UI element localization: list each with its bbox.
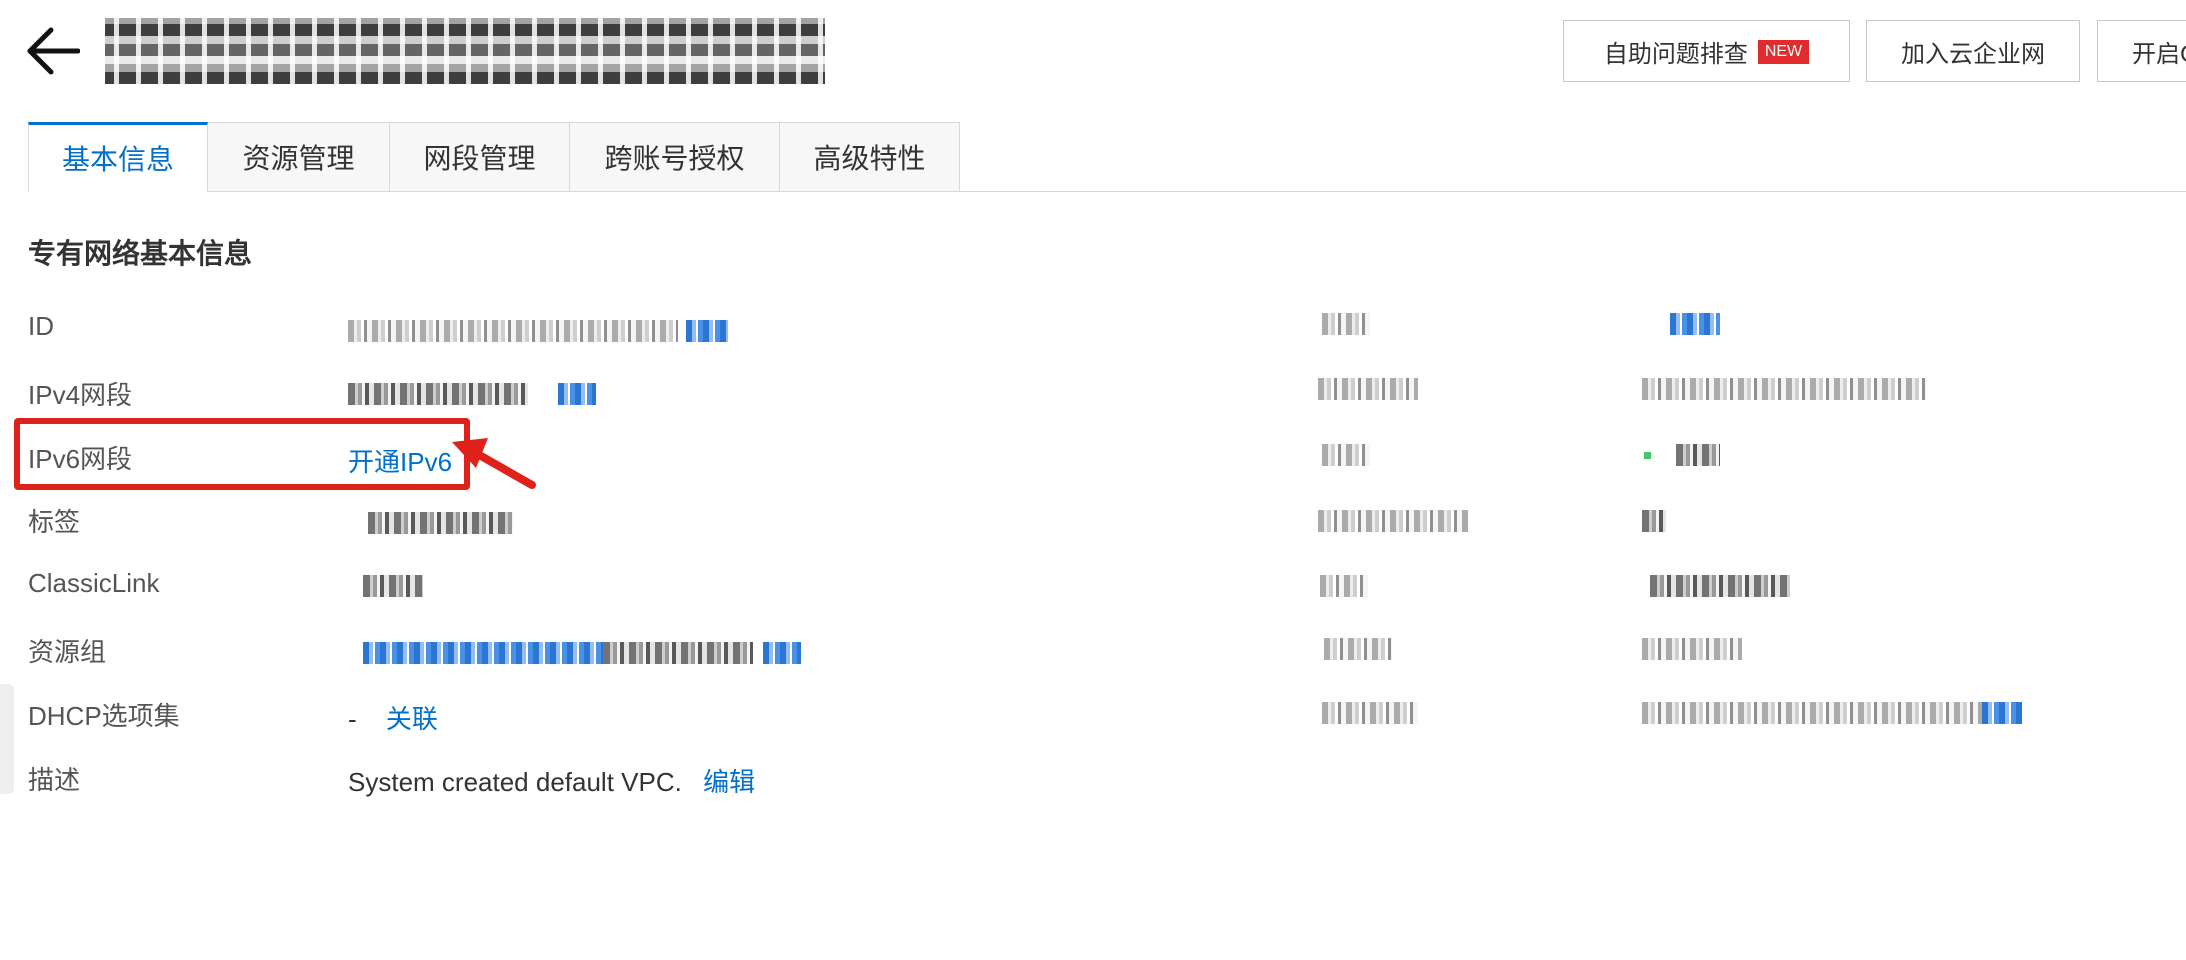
vpc-title-redacted (105, 18, 825, 84)
tab-label: 跨账号授权 (604, 143, 745, 174)
right-label-redacted (1318, 378, 1418, 400)
self-help-label: 自助问题排查 (1603, 40, 1748, 68)
right-label-redacted (1318, 510, 1468, 532)
join-cen-button[interactable]: 加入云企业网 (1866, 20, 2080, 82)
status-dot-icon (1644, 452, 1651, 459)
description-text: System created default VPC. (348, 767, 682, 797)
right-label-redacted (1322, 702, 1418, 724)
right-value-redacted (1676, 444, 1720, 466)
open-feature-label: 开启C (2132, 40, 2186, 68)
annotation-highlight-box (14, 418, 470, 490)
resource-group-copy-icon[interactable] (763, 642, 801, 664)
row-label-resource-group: 资源组 (28, 637, 107, 667)
id-value-redacted (348, 320, 678, 342)
tab-label: 高级特性 (813, 143, 926, 174)
red-arrow-icon (452, 438, 536, 489)
self-help-troubleshoot-button[interactable]: 自助问题排查 NEW (1563, 20, 1850, 82)
right-label-redacted (1320, 575, 1368, 597)
join-cen-label: 加入云企业网 (1901, 40, 2045, 68)
ipv4-action-redacted[interactable] (558, 383, 596, 405)
tab-cross-account-auth[interactable]: 跨账号授权 (570, 122, 780, 192)
new-badge: NEW (1757, 40, 1810, 64)
row-label-dhcp: DHCP选项集 (28, 701, 180, 731)
section-title: 专有网络基本信息 (28, 238, 253, 269)
right-value-redacted (1650, 575, 1790, 597)
right-label-redacted (1324, 638, 1392, 660)
right-value-redacted (1642, 702, 1982, 724)
dhcp-dash: - (348, 704, 357, 734)
tags-value-redacted (368, 512, 513, 534)
right-copy-icon[interactable] (1982, 702, 2022, 724)
tab-cidr-management[interactable]: 网段管理 (390, 122, 570, 192)
right-value-redacted (1642, 510, 1666, 532)
row-label-ipv4: IPv4网段 (28, 380, 133, 410)
dhcp-value: - 关联 (348, 699, 438, 736)
right-value-redacted (1642, 638, 1742, 660)
resource-group-id-redacted (603, 642, 753, 664)
open-feature-button[interactable]: 开启C (2097, 20, 2186, 82)
row-label-classiclink: ClassicLink (28, 568, 160, 598)
tab-label: 基本信息 (61, 144, 174, 175)
row-label-id: ID (28, 311, 54, 341)
associate-dhcp-link[interactable]: 关联 (386, 704, 438, 734)
classiclink-value-redacted (363, 575, 423, 597)
row-label-description: 描述 (28, 765, 81, 795)
copy-icon[interactable] (686, 320, 728, 342)
row-label-tags: 标签 (28, 507, 81, 537)
resource-group-link-redacted[interactable] (363, 642, 603, 664)
tab-label: 资源管理 (242, 143, 355, 174)
tab-label: 网段管理 (423, 143, 536, 174)
tab-resource-management[interactable]: 资源管理 (208, 122, 390, 192)
right-value-redacted (1642, 378, 1927, 400)
sidebar-collapse-handle[interactable] (0, 684, 14, 794)
right-label-redacted (1322, 313, 1370, 335)
description-value: System created default VPC. 编辑 (348, 762, 755, 799)
ipv4-value-redacted (348, 383, 528, 405)
right-value-redacted[interactable] (1670, 313, 1720, 335)
tab-basic-info[interactable]: 基本信息 (28, 122, 208, 192)
edit-description-link[interactable]: 编辑 (703, 767, 755, 797)
tab-advanced-features[interactable]: 高级特性 (780, 122, 960, 192)
back-arrow-icon[interactable] (26, 26, 80, 76)
right-label-redacted (1322, 444, 1370, 466)
